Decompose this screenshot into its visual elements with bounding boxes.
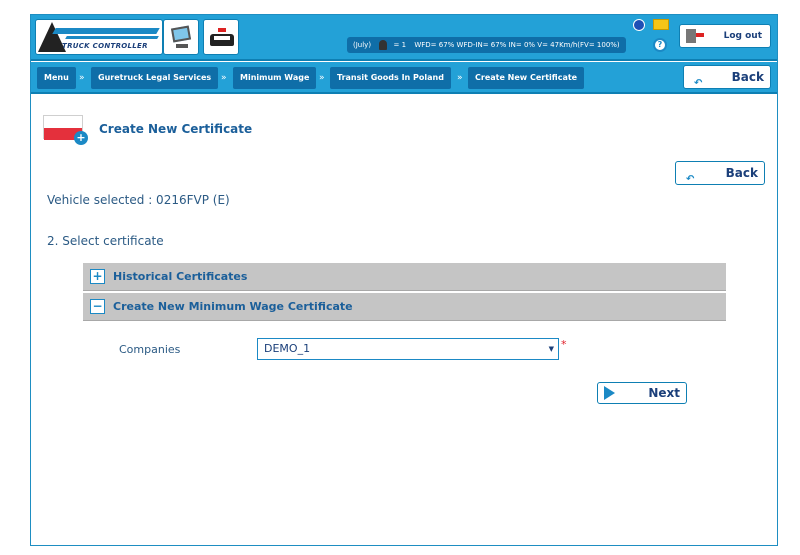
companies-value: DEMO_1 (264, 342, 311, 355)
panel-label: Create New Minimum Wage Certificate (113, 300, 353, 313)
breadcrumb: Menu » Guretruck Legal Services » Minimu… (31, 62, 777, 94)
next-arrow-icon (604, 386, 615, 400)
companies-label: Companies (119, 343, 181, 356)
status-stats: WFD= 67% WFD-IN= 67% IN= 0% V= 47Km/h(FV… (414, 41, 620, 49)
logo-stripe (52, 28, 160, 34)
help-icon[interactable]: ? (653, 38, 667, 52)
breadcrumb-separator: » (79, 73, 85, 83)
plus-icon: + (74, 131, 88, 145)
breadcrumb-separator: » (221, 73, 227, 83)
logo-text: TRUCK CONTROLLER (62, 42, 148, 50)
vehicle-selected-text: Vehicle selected : 0216FVP (E) (47, 193, 230, 207)
breadcrumb-minimum-wage[interactable]: Minimum Wage (233, 67, 317, 89)
police-car-icon[interactable] (203, 19, 239, 55)
panel-historical-certificates[interactable]: + Historical Certificates (83, 263, 726, 291)
back-button-top[interactable]: ↶ Back (683, 65, 771, 89)
logout-door-icon (686, 29, 696, 43)
logo-stripe-thin (65, 36, 159, 39)
step-heading: 2. Select certificate (47, 234, 164, 248)
back-label: Back (731, 70, 764, 84)
back-label: Back (725, 166, 758, 180)
breadcrumb-separator: » (457, 73, 463, 83)
status-driver-count: = 1 (393, 41, 407, 49)
back-button[interactable]: ↶ Back (675, 161, 765, 185)
back-arrow-icon: ↶ (694, 78, 703, 89)
companies-select[interactable]: DEMO_1 ▼ (257, 338, 559, 360)
panel-label: Historical Certificates (113, 270, 248, 283)
logout-arrow-icon (696, 33, 704, 37)
minus-icon[interactable]: − (90, 299, 105, 314)
logout-label: Log out (723, 31, 762, 41)
breadcrumb-separator: » (319, 73, 325, 83)
app-window: TRUCK CONTROLLER (July) = 1 WFD= 67% WFD… (30, 14, 778, 546)
breadcrumb-legal-services[interactable]: Guretruck Legal Services (91, 67, 219, 89)
info-icon[interactable] (633, 19, 645, 31)
truck-controller-logo[interactable]: TRUCK CONTROLLER (35, 19, 163, 55)
page-title: Create New Certificate (99, 122, 253, 136)
status-month: (July) (353, 41, 372, 49)
breadcrumb-create-certificate[interactable]: Create New Certificate (468, 67, 585, 89)
computer-icon[interactable] (163, 19, 199, 55)
mail-icon[interactable] (653, 19, 669, 30)
status-bar: (July) = 1 WFD= 67% WFD-IN= 67% IN= 0% V… (347, 37, 626, 53)
breadcrumb-menu[interactable]: Menu (37, 67, 76, 89)
next-button[interactable]: Next (597, 382, 687, 404)
chevron-down-icon: ▼ (548, 345, 554, 353)
logout-button[interactable]: Log out (679, 24, 771, 48)
breadcrumb-transit-goods[interactable]: Transit Goods In Poland (330, 67, 451, 89)
panel-create-minimum-wage-certificate[interactable]: − Create New Minimum Wage Certificate (83, 293, 726, 321)
required-mark: * (561, 338, 567, 351)
back-arrow-icon: ↶ (686, 174, 695, 185)
top-header: TRUCK CONTROLLER (July) = 1 WFD= 67% WFD… (31, 15, 777, 61)
driver-icon (379, 40, 388, 50)
plus-icon[interactable]: + (90, 269, 105, 284)
next-label: Next (648, 386, 680, 400)
